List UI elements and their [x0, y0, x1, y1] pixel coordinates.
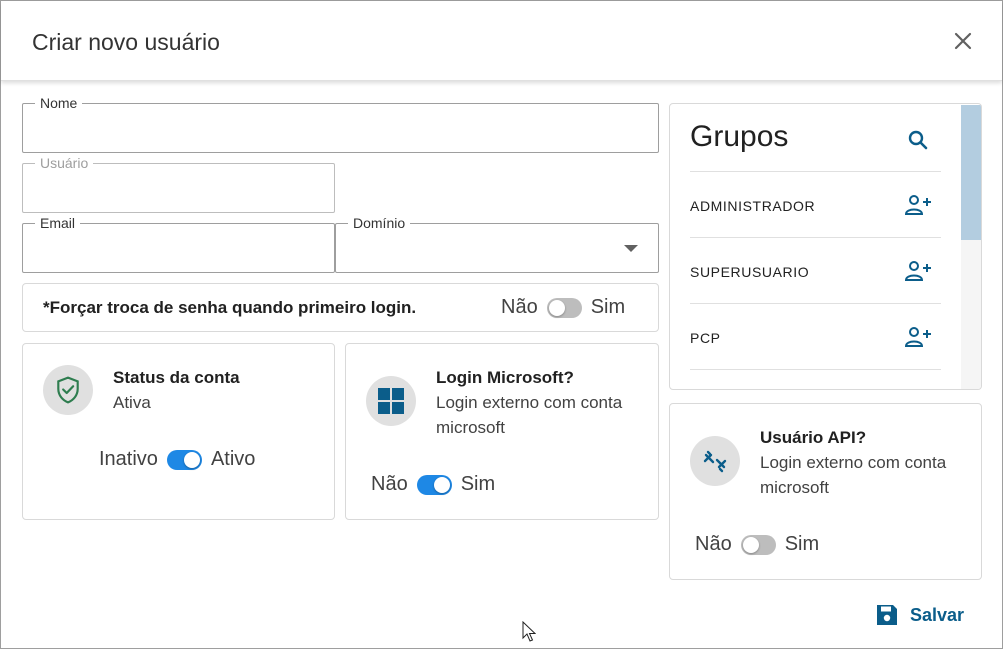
dialog-title: Criar novo usuário [32, 29, 220, 55]
toggle-on-label: Sim [590, 296, 626, 318]
groups-panel: Grupos ADMINISTRADOR SUPERUSUARIO PCP [669, 103, 982, 390]
account-status-switch[interactable] [166, 449, 202, 470]
username-label: Usuário [35, 155, 94, 171]
add-user-icon[interactable] [904, 260, 932, 282]
account-status-card: Status da conta Ativa Inativo Ativo [22, 343, 335, 520]
toggle-on-label: Sim [460, 473, 496, 495]
add-user-icon[interactable] [904, 326, 932, 348]
group-name: PCP [690, 330, 721, 346]
toggle-on-label: Ativo [210, 448, 256, 470]
account-status-value: Ativa [113, 393, 151, 412]
scrollbar-thumb[interactable] [961, 105, 981, 240]
name-field[interactable]: Nome [22, 95, 659, 153]
add-user-icon[interactable] [904, 194, 932, 216]
save-label: Salvar [910, 604, 965, 625]
chevron-down-icon[interactable] [624, 245, 638, 252]
list-item[interactable]: ADMINISTRADOR [690, 172, 941, 238]
username-field[interactable]: Usuário [22, 155, 335, 213]
force-password-toggle-row: Não Sim [501, 296, 625, 319]
floppy-disk-icon [877, 605, 897, 625]
api-user-card: Usuário API? Login externo com conta mic… [669, 403, 982, 580]
account-status-toggle-row: Inativo Ativo [99, 448, 255, 471]
api-user-toggle-row: Não Sim [695, 533, 819, 556]
email-label: Email [35, 215, 81, 231]
force-password-label: *Forçar troca de senha quando primeiro l… [43, 298, 417, 317]
close-icon[interactable] [951, 29, 975, 53]
microsoft-login-switch[interactable] [416, 474, 452, 495]
microsoft-login-card: Login Microsoft? Login externo com conta… [345, 343, 659, 520]
group-name: ADMINISTRADOR [690, 198, 816, 214]
shield-check-icon [43, 365, 93, 415]
list-item[interactable]: SUPERUSUARIO [690, 238, 941, 304]
email-field[interactable]: Email [22, 215, 335, 273]
force-password-switch[interactable] [546, 297, 582, 318]
toggle-off-label: Não [371, 473, 408, 495]
dialog-header: Criar novo usuário [1, 1, 1002, 81]
api-user-switch[interactable] [740, 534, 776, 555]
toggle-off-label: Não [695, 533, 732, 555]
force-password-card: *Forçar troca de senha quando primeiro l… [22, 283, 659, 332]
domain-label: Domínio [348, 215, 411, 231]
api-user-description: Login externo com conta microsoft [760, 453, 947, 497]
toggle-off-label: Inativo [99, 448, 158, 470]
domain-select[interactable]: Domínio [335, 215, 659, 273]
mouse-cursor-icon [522, 620, 537, 648]
microsoft-login-toggle-row: Não Sim [371, 473, 495, 496]
toggle-off-label: Não [501, 296, 538, 318]
group-name: SUPERUSUARIO [690, 264, 810, 280]
account-status-title: Status da conta [113, 368, 240, 387]
windows-icon [366, 376, 416, 426]
microsoft-login-description: Login externo com conta microsoft [436, 393, 623, 437]
groups-title: Grupos [690, 120, 789, 153]
name-label: Nome [35, 95, 83, 111]
create-user-dialog: Criar novo usuário Nome Usuário Email Do… [0, 0, 1003, 649]
search-icon[interactable] [906, 128, 930, 152]
list-item[interactable]: PCP [690, 304, 941, 370]
microsoft-login-title: Login Microsoft? [436, 368, 574, 387]
save-button[interactable]: Salvar [875, 603, 964, 627]
disconnected-plug-icon [690, 436, 740, 486]
api-user-title: Usuário API? [760, 428, 867, 447]
groups-scrollbar[interactable] [961, 105, 981, 389]
toggle-on-label: Sim [784, 533, 820, 555]
